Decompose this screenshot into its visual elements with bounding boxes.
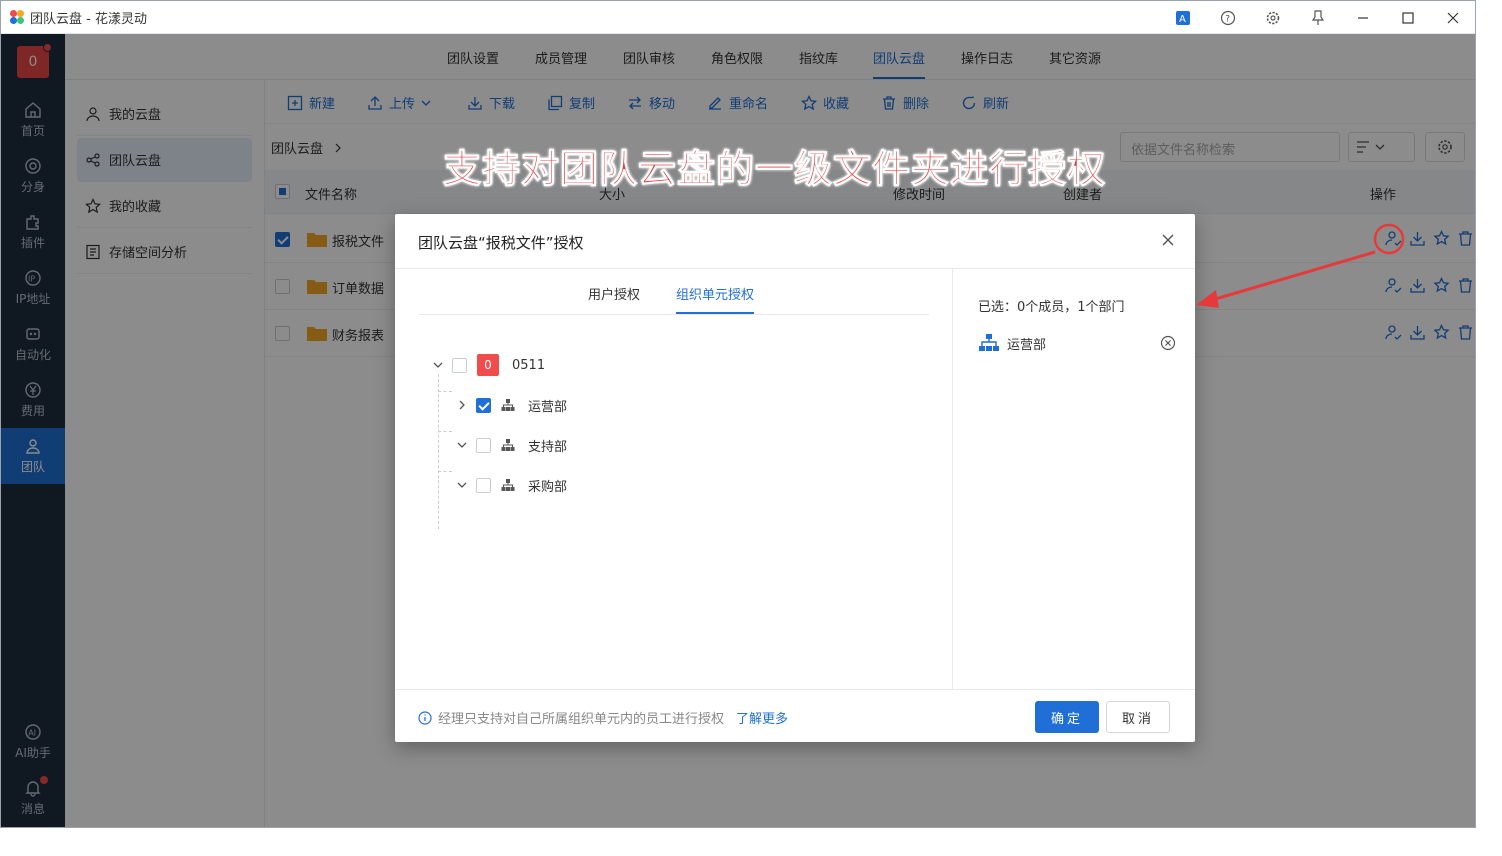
maximize-icon[interactable] <box>1385 1 1430 34</box>
tree-guide-line <box>438 431 452 432</box>
chevron-down-icon[interactable] <box>432 359 444 371</box>
footer-note-text: 经理只支持对自己所属组织单元内的员工进行授权 <box>438 712 725 727</box>
tab-org-auth[interactable]: 组织单元授权 <box>676 284 755 314</box>
window-controls: A ? <box>1160 1 1475 34</box>
learn-more-link[interactable]: 了解更多 <box>736 708 788 727</box>
chevron-down-icon[interactable] <box>456 439 468 451</box>
dialog-tabs: 用户授权 组织单元授权 <box>419 269 929 315</box>
tree-guide-line <box>438 374 439 529</box>
help-icon[interactable]: ? <box>1205 1 1250 34</box>
chevron-right-icon[interactable] <box>456 399 468 411</box>
minimize-icon[interactable] <box>1340 1 1385 34</box>
dialog-footer: 经理只支持对自己所属组织单元内的员工进行授权 了解更多 确定 取消 <box>395 689 1195 742</box>
confirm-button[interactable]: 确定 <box>1035 701 1099 733</box>
window-title: 团队云盘 - 花漾灵动 <box>30 11 147 27</box>
dialog-right-panel: 已选：0个成员，1个部门 运营部 <box>954 269 1195 689</box>
dialog-title: 团队云盘“报税文件”授权 <box>418 234 584 252</box>
tree-checkbox[interactable] <box>476 397 491 413</box>
tree-checkbox[interactable] <box>476 477 491 493</box>
tree-label: 0511 <box>512 357 546 373</box>
tab-user-auth[interactable]: 用户授权 <box>588 284 640 303</box>
selected-item-label: 运营部 <box>1007 337 1047 353</box>
tree-checkbox[interactable] <box>476 437 491 453</box>
selected-summary: 已选：0个成员，1个部门 <box>978 300 1125 315</box>
org-chart-icon <box>501 439 515 451</box>
footer-note: 经理只支持对自己所属组织单元内的员工进行授权 了解更多 <box>418 708 788 727</box>
app-logo-icon <box>10 10 24 24</box>
dialog-left-panel: 用户授权 组织单元授权 0 0511 运营部 支持部 采购部 <box>395 269 953 689</box>
tree-guide-line <box>438 391 452 392</box>
title-bar: 团队云盘 - 花漾灵动 A ? <box>1 1 1475 34</box>
tree-label: 支持部 <box>528 439 568 455</box>
annotation-banner: 支持对团队云盘的一级文件夹进行授权 <box>442 147 1107 192</box>
cancel-button[interactable]: 取消 <box>1106 701 1170 733</box>
tree-node-department[interactable]: 运营部 <box>456 393 567 417</box>
org-chart-icon <box>501 399 515 411</box>
chevron-down-icon[interactable] <box>456 479 468 491</box>
org-chart-icon <box>979 334 999 351</box>
tree-label: 运营部 <box>528 399 568 415</box>
dialog-header: 团队云盘“报税文件”授权 <box>395 214 1195 269</box>
settings-gear-icon[interactable] <box>1250 1 1295 34</box>
close-window-icon[interactable] <box>1430 1 1475 34</box>
org-avatar: 0 <box>477 354 499 376</box>
remove-circle-icon[interactable] <box>1160 335 1176 351</box>
selected-item: 运营部 <box>978 333 1176 353</box>
close-icon[interactable] <box>1159 231 1177 249</box>
svg-text:?: ? <box>1225 14 1230 24</box>
tree-guide-line <box>438 471 452 472</box>
tree-node-department[interactable]: 采购部 <box>456 473 567 497</box>
translate-icon[interactable]: A <box>1160 1 1205 34</box>
tree-node-root[interactable]: 0 0511 <box>432 353 545 377</box>
tree-label: 采购部 <box>528 479 568 495</box>
svg-text:A: A <box>1179 14 1186 25</box>
authorize-dialog: 团队云盘“报税文件”授权 用户授权 组织单元授权 0 0511 运营部 支持部 … <box>395 214 1195 742</box>
tree-checkbox[interactable] <box>452 357 467 373</box>
tree-node-department[interactable]: 支持部 <box>456 433 567 457</box>
pin-icon[interactable] <box>1295 1 1340 34</box>
org-chart-icon <box>501 479 515 491</box>
info-icon <box>418 710 432 725</box>
